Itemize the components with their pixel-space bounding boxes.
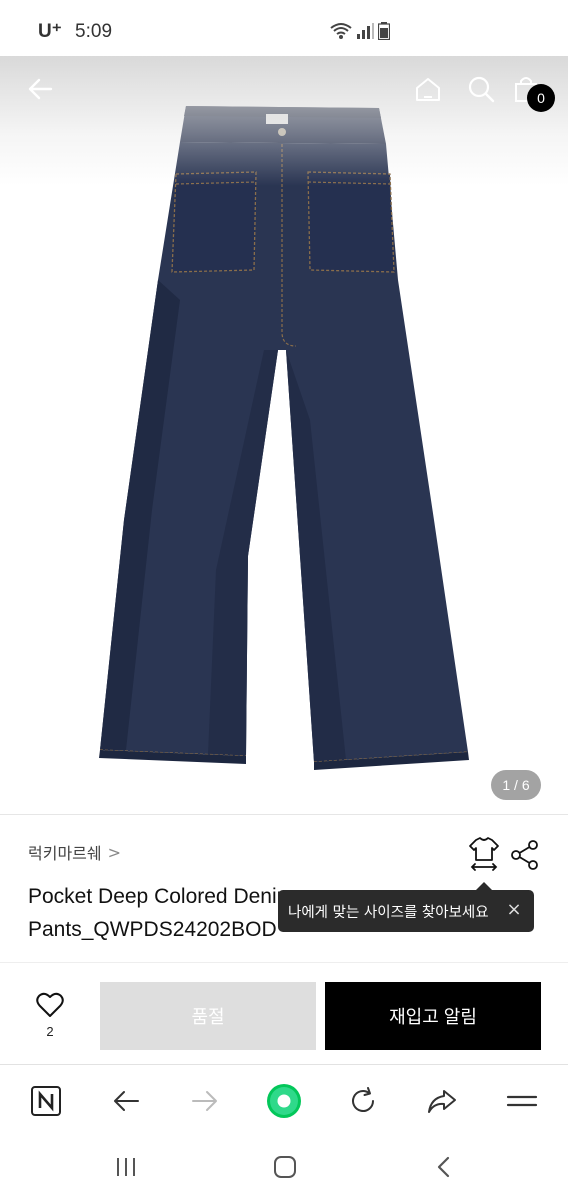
menu-button[interactable] <box>502 1081 542 1121</box>
restock-alert-button[interactable]: 재입고 알림 <box>325 982 541 1050</box>
naver-home-button[interactable] <box>26 1081 66 1121</box>
status-icons <box>330 22 390 40</box>
refresh-button[interactable] <box>343 1081 383 1121</box>
recent-apps-button[interactable] <box>108 1152 144 1182</box>
status-left: U⁺ 5:09 <box>38 20 112 43</box>
refresh-icon <box>352 1087 374 1112</box>
chevron-right-icon: > <box>107 842 122 862</box>
tooltip-text: 나에게 맞는 사이즈를 찾아보세요 <box>288 904 489 921</box>
recent-apps-icon <box>117 1158 135 1176</box>
browser-forward-button[interactable] <box>185 1081 225 1121</box>
share-forward-button[interactable] <box>422 1081 462 1121</box>
size-guide-button[interactable] <box>466 836 502 872</box>
search-button[interactable] <box>461 69 501 109</box>
share-forward-icon <box>428 1090 456 1113</box>
size-guide-tooltip: 나에게 맞는 사이즈를 찾아보세요 × <box>278 882 534 932</box>
cart-count-badge: 0 <box>527 84 555 112</box>
tooltip-close-button[interactable]: × <box>504 900 524 920</box>
forward-arrow-icon <box>192 1091 217 1111</box>
heart-icon <box>36 992 64 1017</box>
like-count: 2 <box>46 1024 54 1039</box>
home-icon <box>416 78 440 101</box>
green-dot-icon <box>267 1084 301 1118</box>
brand-link[interactable]: 럭키마르쉐 > <box>28 840 121 864</box>
home-button[interactable] <box>408 69 448 109</box>
naver-n-icon <box>31 1086 61 1116</box>
product-image <box>99 106 469 770</box>
size-guide-icon <box>469 837 499 871</box>
share-button[interactable] <box>508 838 542 872</box>
soldout-button[interactable]: 품절 <box>100 982 316 1050</box>
like-button[interactable]: 2 <box>26 992 74 1048</box>
browser-toolbar <box>0 1064 568 1138</box>
system-navigation-bar <box>0 1138 568 1200</box>
status-bar: U⁺ 5:09 <box>0 0 568 56</box>
system-back-button[interactable] <box>426 1152 462 1182</box>
back-chevron-icon <box>437 1156 450 1178</box>
back-arrow-icon <box>114 1091 139 1111</box>
divider <box>0 962 568 963</box>
image-page-indicator: 1 / 6 <box>491 770 541 800</box>
wifi-icon <box>330 23 352 39</box>
product-image-gallery[interactable] <box>0 56 568 814</box>
battery-icon <box>378 22 390 40</box>
menu-icon <box>506 1095 538 1107</box>
carrier-label: U⁺ <box>38 21 62 42</box>
green-dot-button[interactable] <box>264 1081 304 1121</box>
share-icon <box>511 840 538 870</box>
clock: 5:09 <box>75 21 113 42</box>
browser-back-button[interactable] <box>106 1081 146 1121</box>
signal-icon <box>357 23 374 39</box>
back-button[interactable] <box>20 69 60 109</box>
home-circle-icon <box>274 1156 296 1178</box>
brand-name: 럭키마르쉐 <box>28 844 102 863</box>
arrow-left-icon <box>28 78 53 100</box>
system-home-button[interactable] <box>267 1152 303 1182</box>
divider <box>0 814 568 815</box>
search-icon <box>468 76 495 103</box>
